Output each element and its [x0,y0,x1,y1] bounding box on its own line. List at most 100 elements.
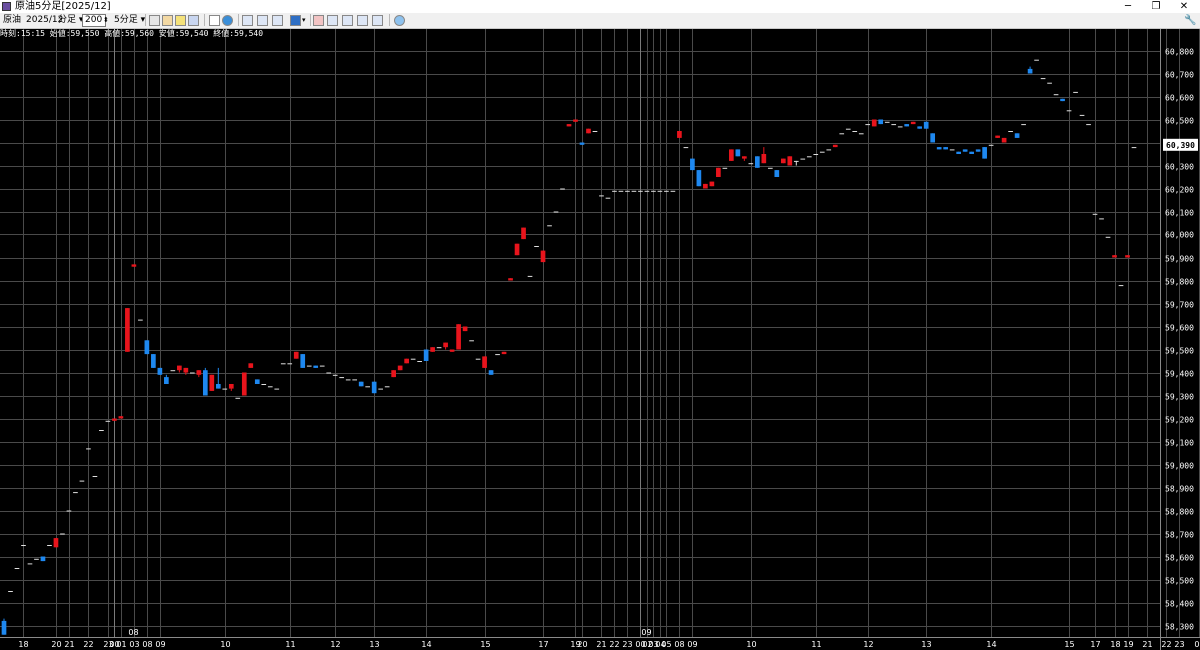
layout-icon[interactable] [272,15,283,26]
candle-body [579,142,585,145]
candle-body [1,620,7,635]
candle-body [436,347,442,349]
candle-body [462,326,468,332]
candle-body [222,388,228,390]
chart-settings-icon[interactable] [342,15,353,26]
x-tick-label: 01 [116,640,126,649]
candle-body [573,119,578,122]
candle-body [956,151,961,154]
candle-body [988,144,994,146]
candle-body [326,372,332,374]
compare-icon[interactable] [313,15,324,26]
toolbar-divider [204,14,205,26]
candle-body [430,347,435,352]
candle-body [131,264,137,267]
candle-body [352,379,358,381]
candle-body [508,278,513,281]
price-chart[interactable]: 58,300 58,400 58,500 58,600 58,700 58,800 58,9… [0,29,1200,650]
x-tick-label: 14 [421,640,431,649]
wrench-icon[interactable]: 🔧 [1184,13,1196,28]
candle-body [819,151,825,153]
pointer-icon[interactable] [149,15,160,26]
export-icon[interactable] [372,15,383,26]
x-tick-label: 05 [661,640,671,649]
candle-body [196,370,202,375]
table-icon[interactable] [242,15,253,26]
candle-body [66,510,72,512]
candle-body [27,563,33,565]
candle-body [949,149,955,151]
candle-body [495,354,500,356]
candle-body [397,365,403,371]
candle-body [1027,68,1033,74]
window-split-icon[interactable] [357,15,368,26]
candle-body [443,342,448,348]
line-tool-icon[interactable] [188,15,199,26]
close-button[interactable]: ✕ [1170,0,1198,13]
candle-body [690,158,695,171]
x-tick-label: 10 [220,640,230,649]
date-marker-label: 08 [128,628,138,637]
candle-body [631,190,637,192]
y-tick-label: 59,600 [1165,324,1194,333]
period-type-select[interactable]: 分足 ▾ [58,13,83,28]
candle-body [1073,91,1078,93]
minimize-button[interactable]: ─ [1114,0,1142,13]
candle-body [404,358,409,364]
x-tick-label: 21 [596,640,606,649]
toolbar-divider [389,14,390,26]
candle-body [644,190,650,192]
bar-count-spinner-icon[interactable]: ⬍ [103,13,109,28]
grid-icon[interactable] [257,15,268,26]
candle-body [53,538,59,548]
candle-body [891,124,897,126]
candle-body [170,370,176,372]
zoom-icon[interactable] [209,15,220,26]
maximize-button[interactable]: ❐ [1142,0,1170,13]
candle-body [1105,236,1111,238]
candle-body [241,372,247,396]
pencil-icon[interactable] [175,15,186,26]
y-tick-label: 59,800 [1165,278,1194,287]
bar-chart-icon[interactable] [290,15,301,26]
candle-body [1001,137,1007,143]
candle-body [553,211,559,213]
reload-icon[interactable] [394,15,405,26]
candle-body [423,349,429,361]
candle-body [1014,133,1020,138]
candle-body [73,492,78,494]
candle-body [138,319,143,321]
indicator-icon[interactable] [327,15,338,26]
window-title: 原油5分足[2025/12] [15,1,111,12]
x-tick-label: 19 [1123,640,1133,649]
candle-body [339,377,345,379]
y-tick-label: 59,700 [1165,301,1194,310]
candle-body [982,147,987,159]
x-tick-label: 15 [1064,640,1074,649]
hand-icon[interactable] [162,15,173,26]
candle-body [774,170,780,177]
date-marker-label: 09 [641,628,651,637]
candle-body [748,163,754,165]
y-tick-label: 59,200 [1165,416,1194,425]
candle-body [709,181,715,187]
refresh-circle-icon[interactable] [222,15,233,26]
candle-body [904,124,910,127]
candle-body [371,381,377,394]
candle-body [995,135,1000,138]
interval-select[interactable]: 5分足 ▾ [114,13,145,28]
x-tick-label: 08 [674,640,684,649]
symbol-label[interactable]: 原油 [3,13,21,28]
candle-body [469,340,474,342]
candle-body [1131,147,1137,149]
y-tick-label: 58,400 [1165,600,1194,609]
y-tick-label: 60,000 [1165,231,1194,240]
x-tick-label: 12 [863,640,873,649]
candle-body [1086,124,1091,126]
candle-body [832,144,838,148]
y-tick-label: 58,500 [1165,577,1194,586]
candle-body [677,131,682,138]
candle-body [417,361,422,362]
chevron-down-icon[interactable]: ▾ [302,13,306,28]
x-tick-label: 22 [1161,640,1171,649]
